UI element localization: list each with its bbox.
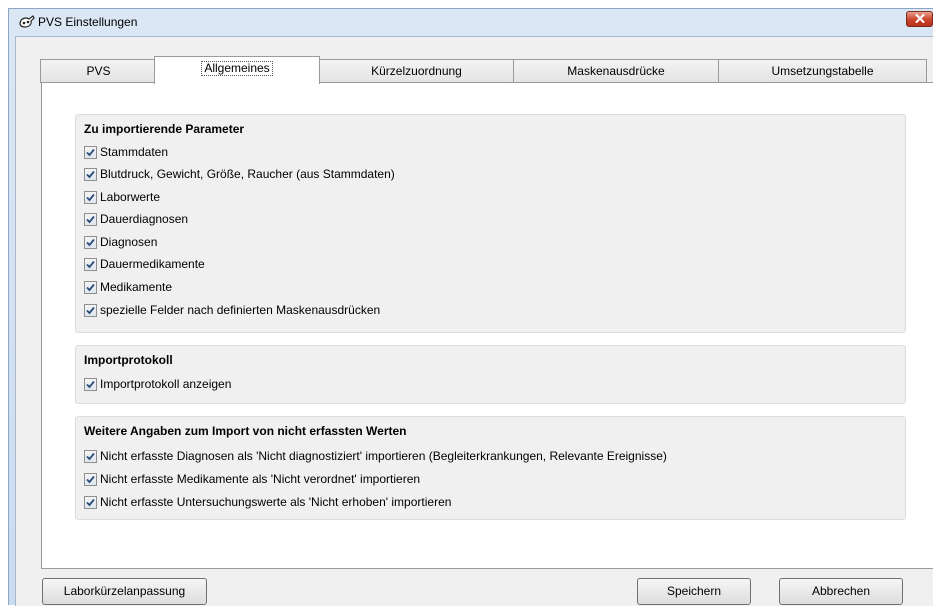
checkbox-nicht-verordnet[interactable]: Nicht erfasste Medikamente als 'Nicht ve… <box>84 471 420 487</box>
tab-label: Maskenausdrücke <box>567 64 665 78</box>
checkbox-stammdaten[interactable]: Stammdaten <box>84 144 168 160</box>
checkbox-label: Diagnosen <box>100 235 158 249</box>
close-button[interactable] <box>906 11 933 27</box>
group-import-protocol: Importprotokoll Importprotokoll anzeigen <box>75 345 906 404</box>
checkbox[interactable] <box>84 280 97 294</box>
group-further-import-settings: Weitere Angaben zum Import von nicht erf… <box>75 416 906 520</box>
checkbox-label: Nicht erfasste Medikamente als 'Nicht ve… <box>100 472 421 486</box>
checkbox-diagnosen[interactable]: Diagnosen <box>84 234 157 250</box>
checkbox-blutdruck[interactable]: Blutdruck, Gewicht, Größe, Raucher (aus … <box>84 166 395 182</box>
checkmark-icon <box>86 148 95 156</box>
tab-label: Kürzelzuordnung <box>371 64 462 78</box>
checkbox-label: Importprotokoll anzeigen <box>100 377 232 391</box>
checkmark-icon <box>86 170 95 178</box>
checkbox[interactable] <box>84 167 97 181</box>
checkbox[interactable] <box>84 472 97 486</box>
checkbox[interactable] <box>84 257 97 271</box>
dialog-client: PVS Allgemeines Kürzelzuordnung Maskenau… <box>15 36 933 606</box>
checkmark-icon <box>86 193 95 201</box>
cancel-button[interactable]: Abbrechen <box>779 578 903 605</box>
checkmark-icon <box>86 238 95 246</box>
checkbox-label: Medikamente <box>100 280 173 294</box>
checkmark-icon <box>86 215 95 223</box>
checkbox-label: Stammdaten <box>100 145 169 159</box>
checkbox-importprotokoll-anzeigen[interactable]: Importprotokoll anzeigen <box>84 376 231 392</box>
checkbox-label: Blutdruck, Gewicht, Größe, Raucher (aus … <box>100 167 395 181</box>
checkbox-label: Laborwerte <box>100 190 161 204</box>
checkbox-spezielle-felder[interactable]: spezielle Felder nach definierten Masken… <box>84 302 380 318</box>
checkbox-dauerdiagnosen[interactable]: Dauerdiagnosen <box>84 211 188 227</box>
tab-pvs[interactable]: PVS <box>40 59 157 83</box>
pvs-app-icon <box>18 15 36 29</box>
close-icon <box>915 12 925 26</box>
checkmark-icon <box>86 475 95 483</box>
tab-label: Allgemeines <box>201 61 273 76</box>
checkbox-laborwerte[interactable]: Laborwerte <box>84 189 160 205</box>
labor-kuerzel-button[interactable]: Laborkürzelanpassung <box>42 578 207 605</box>
tab-allgemeines[interactable]: Allgemeines <box>154 56 320 84</box>
checkbox[interactable] <box>84 145 97 159</box>
tab-umsetzungstabelle[interactable]: Umsetzungstabelle <box>718 59 927 83</box>
checkmark-icon <box>86 260 95 268</box>
group-title: Weitere Angaben zum Import von nicht erf… <box>84 424 407 438</box>
settings-window: PVS Einstellungen PVS Allgemeines Kürzel… <box>8 8 933 606</box>
tab-kuerzelzuordnung[interactable]: Kürzelzuordnung <box>319 59 514 83</box>
checkmark-icon <box>86 380 95 388</box>
checkmark-icon <box>86 498 95 506</box>
checkbox[interactable] <box>84 449 97 463</box>
tab-label: Umsetzungstabelle <box>771 64 874 78</box>
title-bar: PVS Einstellungen <box>9 9 933 35</box>
tab-label: PVS <box>86 64 111 78</box>
checkbox[interactable] <box>84 212 97 226</box>
checkbox-label: Nicht erfasste Diagnosen als 'Nicht diag… <box>100 449 667 463</box>
checkbox[interactable] <box>84 377 97 391</box>
tab-panel-allgemeines: Zu importierende Parameter Stammdaten Bl… <box>41 82 933 569</box>
checkbox-medikamente[interactable]: Medikamente <box>84 279 172 295</box>
checkbox[interactable] <box>84 303 97 317</box>
group-import-parameters: Zu importierende Parameter Stammdaten Bl… <box>75 114 906 333</box>
group-title: Zu importierende Parameter <box>84 122 245 136</box>
checkbox-label: Nicht erfasste Untersuchungswerte als 'N… <box>100 495 452 509</box>
save-button[interactable]: Speichern <box>637 578 751 605</box>
checkbox-nicht-erhoben[interactable]: Nicht erfasste Untersuchungswerte als 'N… <box>84 494 451 510</box>
checkbox-dauermedikamente[interactable]: Dauermedikamente <box>84 256 205 272</box>
checkbox-label: Dauermedikamente <box>100 257 205 271</box>
checkbox-label: spezielle Felder nach definierten Masken… <box>100 303 381 317</box>
checkmark-icon <box>86 306 95 314</box>
window-title: PVS Einstellungen <box>38 15 138 29</box>
group-title: Importprotokoll <box>84 353 173 367</box>
checkbox-label: Dauerdiagnosen <box>100 212 189 226</box>
checkbox[interactable] <box>84 190 97 204</box>
checkmark-icon <box>86 283 95 291</box>
tab-maskenausdruecke[interactable]: Maskenausdrücke <box>513 59 719 83</box>
checkbox[interactable] <box>84 495 97 509</box>
checkbox-nicht-diagnostiziert[interactable]: Nicht erfasste Diagnosen als 'Nicht diag… <box>84 448 667 464</box>
checkbox[interactable] <box>84 235 97 249</box>
checkmark-icon <box>86 452 95 460</box>
